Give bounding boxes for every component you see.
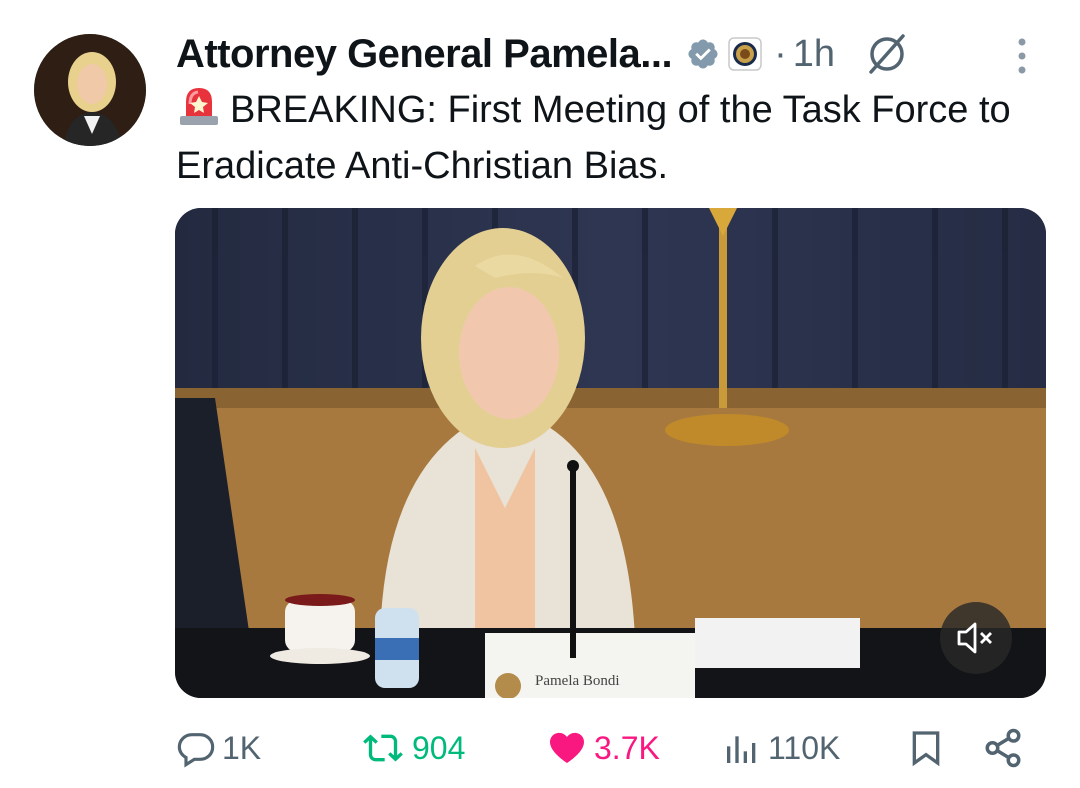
reply-button[interactable]: 1K xyxy=(176,718,261,778)
repost-icon xyxy=(363,734,403,762)
reply-count: 1K xyxy=(222,729,262,766)
author-avatar[interactable] xyxy=(34,34,146,146)
like-count: 3.7K xyxy=(594,729,660,766)
view-count: 110K xyxy=(768,729,841,766)
video-frame: Pamela Bondi xyxy=(175,208,1046,698)
rotating-light-icon xyxy=(180,88,218,125)
verified-badge-icon[interactable] xyxy=(686,37,720,71)
post-actions: 1K 904 3.7K 110K xyxy=(0,718,1080,778)
mute-button[interactable] xyxy=(940,602,1012,674)
grok-icon[interactable] xyxy=(863,30,911,78)
more-options-icon[interactable] xyxy=(1010,36,1034,76)
bookmark-icon xyxy=(912,731,940,767)
post-text: BREAKING: First Meeting of the Task Forc… xyxy=(176,82,1056,194)
share-button[interactable] xyxy=(982,718,1030,778)
reply-icon xyxy=(177,733,215,768)
repost-count: 904 xyxy=(412,729,466,766)
post-header: Attorney General Pamela... · 1h xyxy=(176,28,911,80)
share-icon xyxy=(985,728,1021,768)
nameplate-text: Pamela Bondi xyxy=(535,673,620,689)
author-name[interactable]: Attorney General Pamela... xyxy=(176,32,673,77)
doj-seal-icon[interactable] xyxy=(728,37,762,71)
repost-button[interactable]: 904 xyxy=(360,718,465,778)
post-body: BREAKING: First Meeting of the Task Forc… xyxy=(176,89,1011,187)
post-video[interactable]: Pamela Bondi xyxy=(175,208,1046,698)
views-button[interactable]: 110K xyxy=(722,718,840,778)
bookmark-button[interactable] xyxy=(906,718,952,778)
like-button[interactable]: 3.7K xyxy=(546,718,660,778)
heart-icon xyxy=(550,732,584,763)
speaker-muted-icon xyxy=(957,622,992,654)
timestamp-separator: · xyxy=(774,32,787,75)
timestamp[interactable]: 1h xyxy=(793,33,835,76)
views-icon xyxy=(727,736,756,763)
